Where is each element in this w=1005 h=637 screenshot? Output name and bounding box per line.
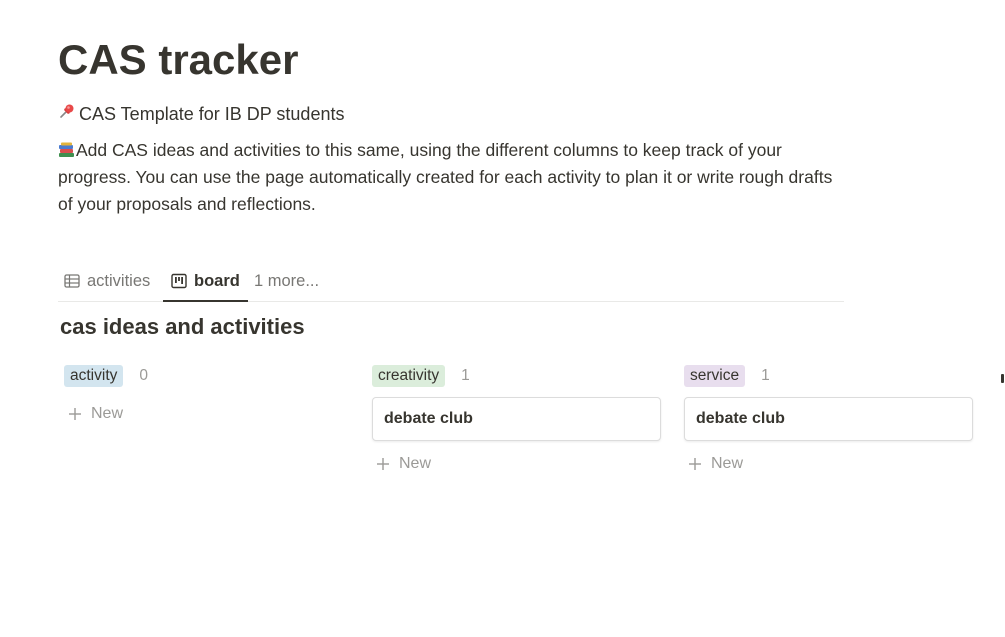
pushpin-icon bbox=[58, 102, 76, 126]
group-count: 0 bbox=[139, 367, 148, 384]
plus-icon bbox=[68, 407, 82, 421]
tab-more-views[interactable]: 1 more... bbox=[254, 262, 319, 300]
add-card-label: New bbox=[711, 455, 744, 472]
column-header[interactable]: creativity 1 bbox=[372, 362, 664, 390]
subtitle-text: CAS Template for IB DP students bbox=[79, 104, 345, 124]
books-icon bbox=[58, 137, 75, 164]
board-title[interactable]: cas ideas and activities bbox=[60, 314, 305, 340]
group-pill: service bbox=[684, 365, 746, 387]
card-title: debate club bbox=[384, 410, 473, 427]
plus-icon bbox=[376, 457, 390, 471]
add-card-label: New bbox=[91, 405, 124, 422]
add-card-button[interactable]: New bbox=[684, 451, 976, 477]
tab-label: board bbox=[194, 271, 240, 290]
tab-board[interactable]: board bbox=[163, 262, 248, 302]
next-column-edge bbox=[1001, 374, 1004, 383]
board-column-creativity: creativity 1 debate club New bbox=[372, 362, 664, 477]
table-icon bbox=[64, 273, 80, 289]
group-pill: creativity bbox=[372, 365, 446, 387]
tab-activities[interactable]: activities bbox=[64, 262, 150, 300]
group-count: 1 bbox=[461, 367, 470, 384]
page-title[interactable]: CAS tracker bbox=[58, 34, 298, 86]
tab-label: activities bbox=[87, 271, 151, 290]
card-title: debate club bbox=[696, 410, 785, 427]
add-card-button[interactable]: New bbox=[372, 451, 664, 477]
tab-label: 1 more... bbox=[254, 271, 320, 290]
description-text: Add CAS ideas and activities to this sam… bbox=[58, 140, 833, 214]
board-card[interactable]: debate club bbox=[372, 397, 661, 441]
board-card[interactable]: debate club bbox=[684, 397, 973, 441]
board-icon bbox=[171, 273, 187, 289]
add-card-label: New bbox=[399, 455, 432, 472]
group-count: 1 bbox=[761, 367, 770, 384]
view-tabs: activities board 1 more... bbox=[58, 262, 844, 302]
description[interactable]: Add CAS ideas and activities to this sam… bbox=[58, 137, 833, 218]
board-column-activity: activity 0 New bbox=[64, 362, 356, 427]
board-column-service: service 1 debate club New bbox=[684, 362, 976, 477]
subtitle-line[interactable]: CAS Template for IB DP students bbox=[58, 102, 344, 126]
column-header[interactable]: service 1 bbox=[684, 362, 976, 390]
column-header[interactable]: activity 0 bbox=[64, 362, 356, 390]
plus-icon bbox=[688, 457, 702, 471]
group-pill: activity bbox=[64, 365, 124, 387]
add-card-button[interactable]: New bbox=[64, 401, 356, 427]
